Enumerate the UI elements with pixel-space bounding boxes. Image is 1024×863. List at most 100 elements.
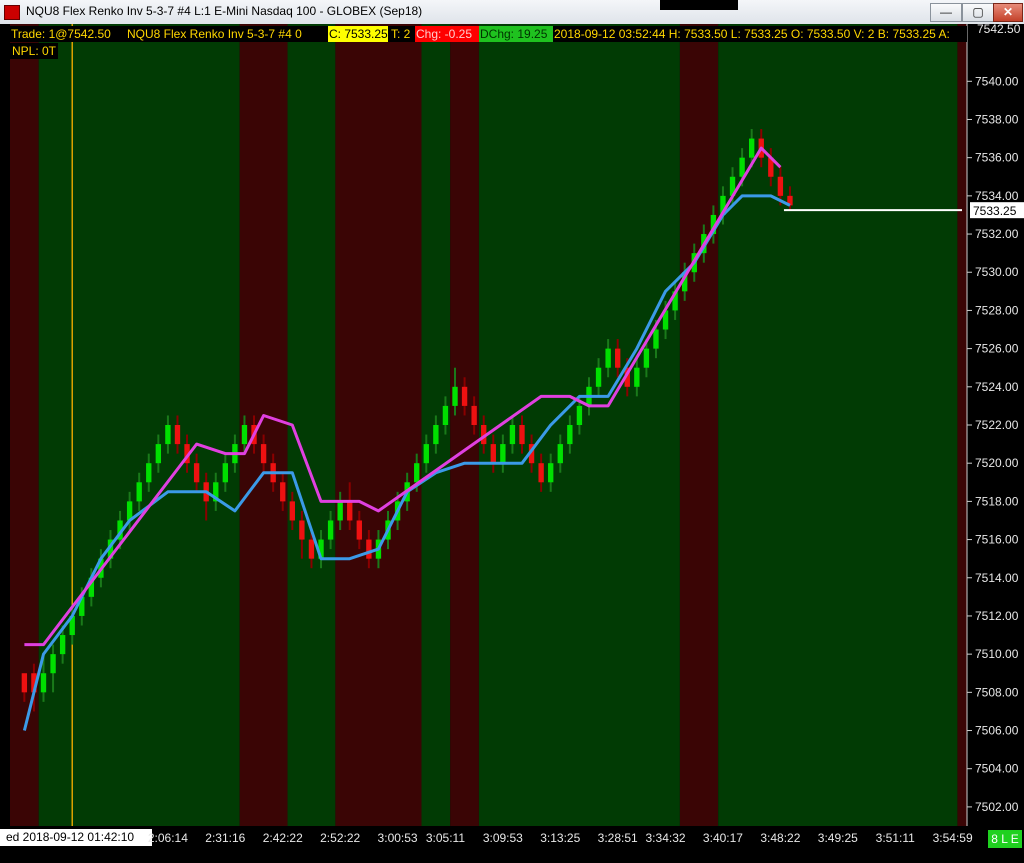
- candle-body: [595, 367, 602, 387]
- price-tick-label: 7508.00: [975, 685, 1019, 699]
- candle-body: [337, 501, 343, 521]
- candle-body: [490, 444, 496, 464]
- time-tick-label: 2:06:14: [147, 831, 188, 845]
- candle-body: [193, 463, 200, 483]
- renko-chart[interactable]: 7502.00 7504.00 7506.00 7508.00 7510.00 7512.…: [0, 24, 1024, 826]
- maximize-button[interactable]: ▢: [962, 3, 994, 22]
- price-top-label: 7542.50: [977, 24, 1021, 36]
- candle-body: [21, 673, 28, 693]
- candle-body: [433, 425, 439, 445]
- time-tick-label: 3:05:11: [425, 831, 465, 845]
- candle-body: [748, 138, 755, 158]
- candle-body: [615, 348, 621, 368]
- time-tick-label: 2:31:16: [205, 831, 246, 845]
- candle-body: [347, 501, 353, 521]
- time-tick-label: 3:28:51: [597, 831, 638, 845]
- price-tick-label: 7528.00: [975, 303, 1019, 317]
- price-tick-label: 7504.00: [975, 762, 1019, 776]
- price-tick-label: 7506.00: [975, 724, 1019, 738]
- candle-body: [605, 348, 611, 368]
- price-tick-label: 7514.00: [975, 571, 1019, 585]
- candle-body: [50, 654, 56, 674]
- time-tick-label: 3:48:22: [760, 831, 801, 845]
- candle-body: [643, 348, 650, 368]
- time-tick-label: 3:13:25: [540, 831, 581, 845]
- trend-zone-down: [679, 24, 719, 826]
- price-tick-label: 7516.00: [975, 533, 1019, 547]
- candle-body: [40, 673, 47, 693]
- candle-body: [299, 520, 305, 540]
- price-tick-label: 7518.00: [975, 494, 1019, 508]
- trend-zone-up: [38, 24, 240, 826]
- time-tick-label: 3:00:53: [377, 831, 418, 845]
- candle-body: [452, 386, 458, 406]
- candle-body: [471, 405, 477, 425]
- candle-body: [500, 444, 506, 464]
- trend-zone-down: [335, 24, 422, 826]
- candle-body: [777, 176, 784, 196]
- candle-body: [548, 463, 554, 483]
- candle-body: [653, 329, 659, 349]
- time-tick-label: 3:54:59: [932, 831, 973, 845]
- price-tick-label: 7502.00: [975, 800, 1019, 814]
- change-info: Chg: -0.25: [415, 26, 479, 42]
- price-tick-label: 7522.00: [975, 418, 1019, 432]
- candle-body: [260, 444, 267, 464]
- candle-body: [222, 463, 229, 483]
- close-price-info: C: 7533.25: [328, 26, 388, 42]
- time-tick-label: 2:52:22: [320, 831, 361, 845]
- window-titlebar: NQU8 Flex Renko Inv 5-3-7 #4 L:1 E-Mini …: [0, 0, 1024, 25]
- price-tick-label: 7540.00: [975, 74, 1019, 88]
- trend-zone-up: [287, 24, 336, 826]
- price-tick-label: 7510.00: [975, 647, 1019, 661]
- candle-body: [634, 367, 640, 387]
- candle-body: [423, 444, 429, 464]
- time-tick-label: 3:49:25: [817, 831, 858, 845]
- candle-body: [308, 539, 315, 559]
- candle-body: [289, 501, 295, 521]
- candle-body: [59, 635, 66, 655]
- time-tick-label: 3:51:11: [875, 831, 915, 845]
- window-title: NQU8 Flex Renko Inv 5-3-7 #4 L:1 E-Mini …: [26, 4, 423, 18]
- candle-body: [567, 425, 573, 445]
- price-tick-label: 7534.00: [975, 189, 1019, 203]
- candle-body: [461, 386, 468, 406]
- candle-body: [356, 520, 362, 540]
- price-tick-label: 7526.00: [975, 342, 1019, 356]
- candle-body: [327, 520, 334, 540]
- time-axis: ed 2018-09-12 01:42:10 8 L E 2:06:14 2:31…: [0, 826, 1024, 863]
- price-tick-label: 7524.00: [975, 380, 1019, 394]
- candle-body: [165, 425, 171, 445]
- candle-body: [366, 539, 372, 559]
- status-badge: 8 L E: [988, 830, 1022, 848]
- candle-body: [241, 425, 248, 445]
- price-tick-label: 7512.00: [975, 609, 1019, 623]
- price-tick-label: 7520.00: [975, 456, 1019, 470]
- price-tick-label: 7538.00: [975, 112, 1019, 126]
- candle-body: [509, 425, 516, 445]
- title-strip: [660, 0, 738, 10]
- candle-body: [280, 482, 286, 502]
- minimize-button[interactable]: —: [930, 3, 962, 22]
- close-button[interactable]: ✕: [993, 3, 1023, 22]
- price-tick-label: 7530.00: [975, 265, 1019, 279]
- trade-info: Trade: 1@7542.50: [10, 26, 125, 42]
- npl-badge: NPL: 0T: [10, 43, 59, 59]
- bar-stats-info: 2018-09-12 03:52:44 H: 7533.50 L: 7533.2…: [554, 27, 950, 41]
- candle-body: [136, 482, 142, 502]
- time-tick-label: 3:09:53: [482, 831, 523, 845]
- daily-change-info: DChg: 19.25: [479, 26, 553, 42]
- ticks-info: T: 2: [391, 27, 411, 41]
- candle-body: [174, 425, 181, 445]
- time-tick-label: 2:42:22: [262, 831, 303, 845]
- candle-body: [739, 157, 745, 177]
- candle-body: [519, 425, 525, 445]
- price-tick-label: 7532.00: [975, 227, 1019, 241]
- candle-body: [538, 463, 544, 483]
- price-tick-label: 7536.00: [975, 151, 1019, 165]
- time-axis-start-label: ed 2018-09-12 01:42:10: [0, 829, 152, 846]
- app-icon: [4, 5, 20, 20]
- candle-body: [414, 463, 420, 483]
- candle-body: [576, 405, 583, 425]
- candle-body: [557, 444, 563, 464]
